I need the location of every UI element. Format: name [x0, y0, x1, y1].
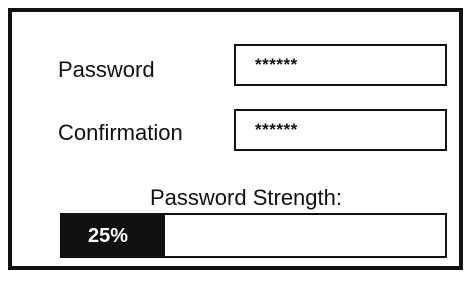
- confirmation-field[interactable]: ******: [234, 109, 447, 151]
- password-field[interactable]: ******: [234, 44, 447, 86]
- password-strength-bar: 25%: [60, 213, 447, 258]
- password-value: ******: [255, 55, 298, 74]
- password-label: Password: [58, 57, 155, 82]
- password-strength-panel: Password ****** Confirmation ****** Pass…: [8, 8, 463, 270]
- password-strength-label: Password Strength:: [150, 185, 342, 210]
- confirmation-value: ******: [255, 120, 298, 139]
- password-strength-percentage: 25%: [88, 225, 129, 247]
- confirmation-label: Confirmation: [58, 120, 183, 145]
